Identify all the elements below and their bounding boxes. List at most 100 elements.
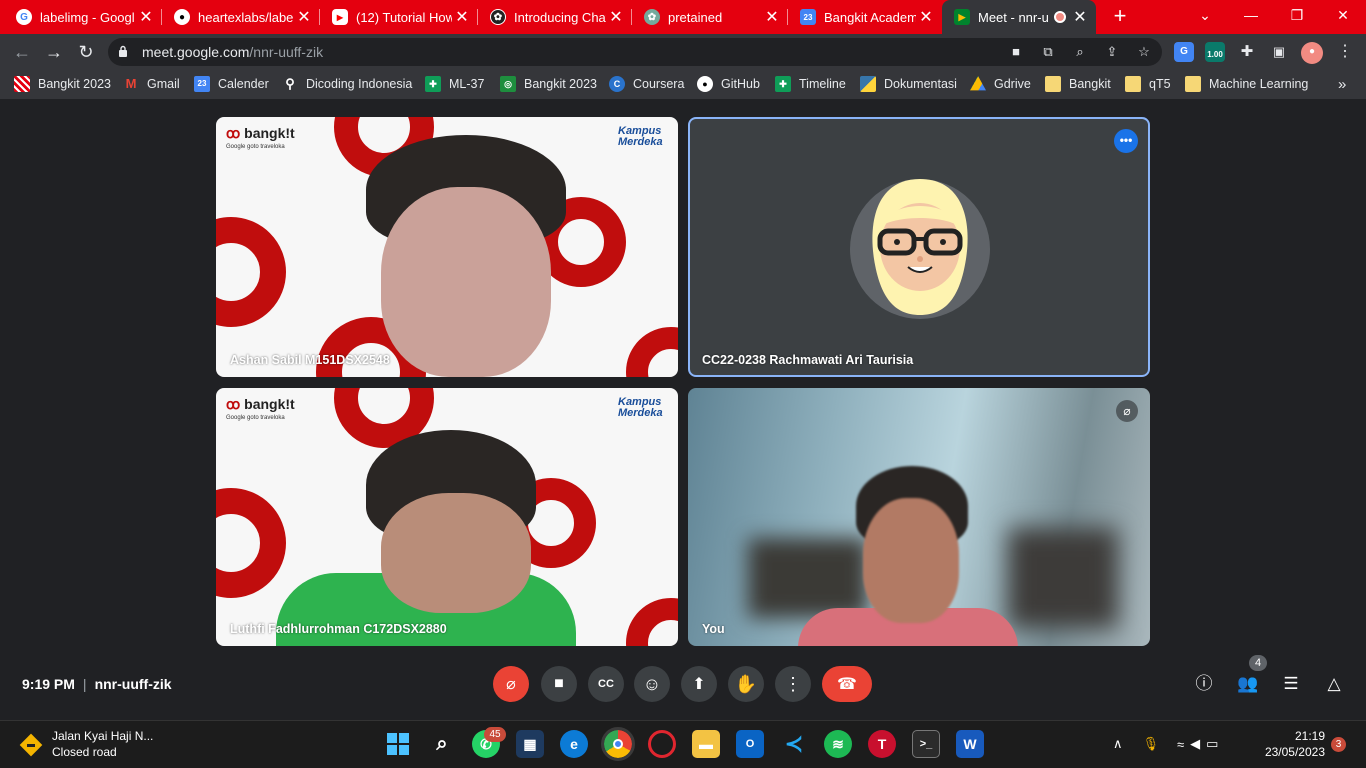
new-tab-button[interactable]: + — [1107, 3, 1133, 29]
side-panel-icon[interactable]: ▣ — [1270, 43, 1288, 61]
tab-search-icon[interactable]: ⌄ — [1182, 0, 1228, 30]
bookmark-dicoding[interactable]: ⚲ Dicoding Indonesia — [282, 75, 412, 93]
present-screen-button[interactable]: ⬆ — [681, 666, 717, 702]
bookmark-gmail[interactable]: M Gmail — [123, 75, 180, 93]
close-tab-icon[interactable]: ✕ — [762, 7, 782, 27]
bookmark-bangkit-2023-b[interactable]: ◎ Bangkit 2023 — [500, 75, 597, 93]
google-icon: G — [16, 9, 32, 25]
bookmark-timeline[interactable]: ✚ Timeline — [775, 75, 846, 93]
chrome-app[interactable] — [601, 727, 635, 761]
url-host: meet.google.com — [142, 44, 250, 60]
participant-tile-ashan[interactable]: ꝏ bangk!t Google goto traveloka Kampus M… — [216, 117, 678, 377]
terminal-app[interactable]: >_ — [912, 730, 940, 758]
meeting-code: nnr-uuff-zik — [94, 676, 172, 692]
chevron-up-icon[interactable]: ∧ — [1113, 736, 1123, 752]
tab-youtube[interactable]: ▶ (12) Tutorial How ✕ — [320, 0, 478, 34]
tab-labelimg[interactable]: G labelimg - Googl ✕ — [4, 0, 162, 34]
drive-icon — [970, 76, 986, 91]
vscode-app[interactable]: ≺ — [780, 730, 808, 758]
close-tab-icon[interactable]: ✕ — [452, 7, 472, 27]
reload-button[interactable]: ↻ — [72, 38, 100, 66]
bookmarks-overflow-button[interactable]: » — [1338, 75, 1346, 93]
close-tab-icon[interactable]: ✕ — [136, 7, 156, 27]
captions-icon: CC — [598, 678, 614, 690]
microphone-icon[interactable]: 🎙 — [1143, 736, 1160, 752]
opera-app[interactable] — [648, 730, 676, 758]
close-tab-icon[interactable]: ✕ — [606, 7, 626, 27]
menu-icon[interactable]: ⋮ — [1336, 43, 1354, 61]
translate-icon[interactable]: ⧉ — [1039, 43, 1057, 61]
spotify-app[interactable]: ≋ — [824, 730, 852, 758]
reactions-button[interactable]: ☺ — [634, 666, 670, 702]
traffic-widget[interactable]: Jalan Kyai Haji N... Closed road — [18, 728, 153, 760]
share-icon[interactable]: ⇪ — [1103, 43, 1121, 61]
back-button[interactable]: ← — [8, 38, 36, 66]
more-options-button[interactable]: ⋮ — [775, 666, 811, 702]
activities-icon: △ — [1327, 674, 1341, 693]
start-button[interactable] — [384, 730, 412, 758]
chat-button[interactable]: ☰ — [1279, 672, 1303, 696]
tab-pretained[interactable]: ✿ pretained ✕ — [632, 0, 788, 34]
bookmark-calender[interactable]: 23 Calender — [194, 75, 269, 93]
tab-bangkit-academy[interactable]: 23 Bangkit Academy ✕ — [788, 0, 942, 34]
bookmark-dokumentasi[interactable]: Dokumentasi — [860, 75, 957, 93]
bookmark-folder-machine-learning[interactable]: Machine Learning — [1185, 75, 1308, 93]
coursera-icon: C — [609, 76, 625, 92]
wifi-icon[interactable]: ≈ — [1177, 737, 1184, 752]
more-vert-icon: ⋮ — [784, 673, 802, 694]
tab-title: (12) Tutorial How — [356, 9, 452, 25]
notification-badge[interactable]: 3 — [1331, 737, 1346, 752]
store-app[interactable]: ▦ — [516, 730, 544, 758]
bookmark-folder-bangkit[interactable]: Bangkit — [1045, 75, 1111, 93]
tab-meet[interactable]: ▶ Meet - nnr-u ✕ — [942, 0, 1096, 34]
raise-hand-button[interactable]: ✋ — [728, 666, 764, 702]
people-button[interactable]: 👥 — [1236, 672, 1260, 696]
google-translate-extension-icon[interactable]: G — [1174, 42, 1194, 62]
camera-button[interactable]: ■ — [541, 666, 577, 702]
bookmark-folder-qt5[interactable]: qT5 — [1125, 75, 1171, 93]
close-tab-icon[interactable]: ✕ — [1070, 7, 1090, 27]
taskbar-clock[interactable]: 21:19 23/05/2023 — [1255, 728, 1325, 760]
forward-button[interactable]: → — [40, 38, 68, 66]
activities-button[interactable]: △ — [1322, 672, 1346, 696]
bookmark-coursera[interactable]: C Coursera — [609, 75, 684, 93]
extensions-puzzle-icon[interactable]: ✚ — [1238, 43, 1256, 61]
microphone-off-button[interactable]: ⌀ — [493, 666, 529, 702]
close-window-button[interactable]: ✕ — [1320, 0, 1366, 30]
search-button[interactable]: ⌕ — [428, 730, 456, 758]
bookmark-star-icon[interactable]: ☆ — [1135, 43, 1153, 61]
url-text: meet.google.com/nnr-uuff-zik — [142, 44, 323, 60]
close-tab-icon[interactable]: ✕ — [294, 7, 314, 27]
tab-title: labelimg - Googl — [40, 9, 135, 25]
bookmark-bangkit-2023[interactable]: Bangkit 2023 — [14, 75, 111, 93]
typora-app[interactable]: T — [868, 730, 896, 758]
tab-heartexlabs[interactable]: ● heartexlabs/label ✕ — [162, 0, 320, 34]
battery-icon[interactable]: ▭ — [1206, 736, 1218, 752]
minimize-button[interactable]: — — [1228, 0, 1274, 30]
tab-introducing-chat[interactable]: ✿ Introducing Chat ✕ — [478, 0, 632, 34]
meeting-details-button[interactable]: ⓘ — [1192, 672, 1216, 696]
captions-button[interactable]: CC — [588, 666, 624, 702]
participant-tile-you[interactable]: ⌀ You — [688, 388, 1150, 646]
volume-icon[interactable]: ◀ — [1190, 736, 1200, 752]
more-options-button[interactable]: ••• — [1114, 129, 1138, 153]
participant-name: Ashan Sabil M151DSX2548 — [230, 353, 390, 367]
bookmark-gdrive[interactable]: Gdrive — [970, 75, 1031, 93]
outlook-app[interactable]: O — [736, 730, 764, 758]
restore-button[interactable]: ❐ — [1274, 0, 1320, 30]
zoom-icon[interactable]: ⌕ — [1071, 43, 1089, 61]
camera-permission-icon[interactable]: ■ — [1007, 43, 1025, 61]
word-app[interactable]: W — [956, 730, 984, 758]
folder-icon — [1045, 76, 1061, 92]
leave-call-button[interactable]: ☎ — [822, 666, 872, 702]
participant-tile-luthfi[interactable]: ꝏ bangk!t Google goto traveloka Kampus M… — [216, 388, 678, 646]
person-face — [863, 498, 959, 623]
speed-extension-icon[interactable]: 1.00 — [1205, 42, 1225, 62]
edge-app[interactable]: e — [560, 730, 588, 758]
participant-tile-rachmawati[interactable]: ••• CC22-0238 Rachmawati Ari Taurisia — [688, 117, 1150, 377]
file-explorer-app[interactable]: ▬ — [692, 730, 720, 758]
close-tab-icon[interactable]: ✕ — [916, 7, 936, 27]
bookmark-github[interactable]: ● GitHub — [697, 75, 760, 93]
bookmark-ml-37[interactable]: ✚ ML-37 — [425, 75, 484, 93]
profile-avatar[interactable]: ● — [1301, 42, 1323, 64]
